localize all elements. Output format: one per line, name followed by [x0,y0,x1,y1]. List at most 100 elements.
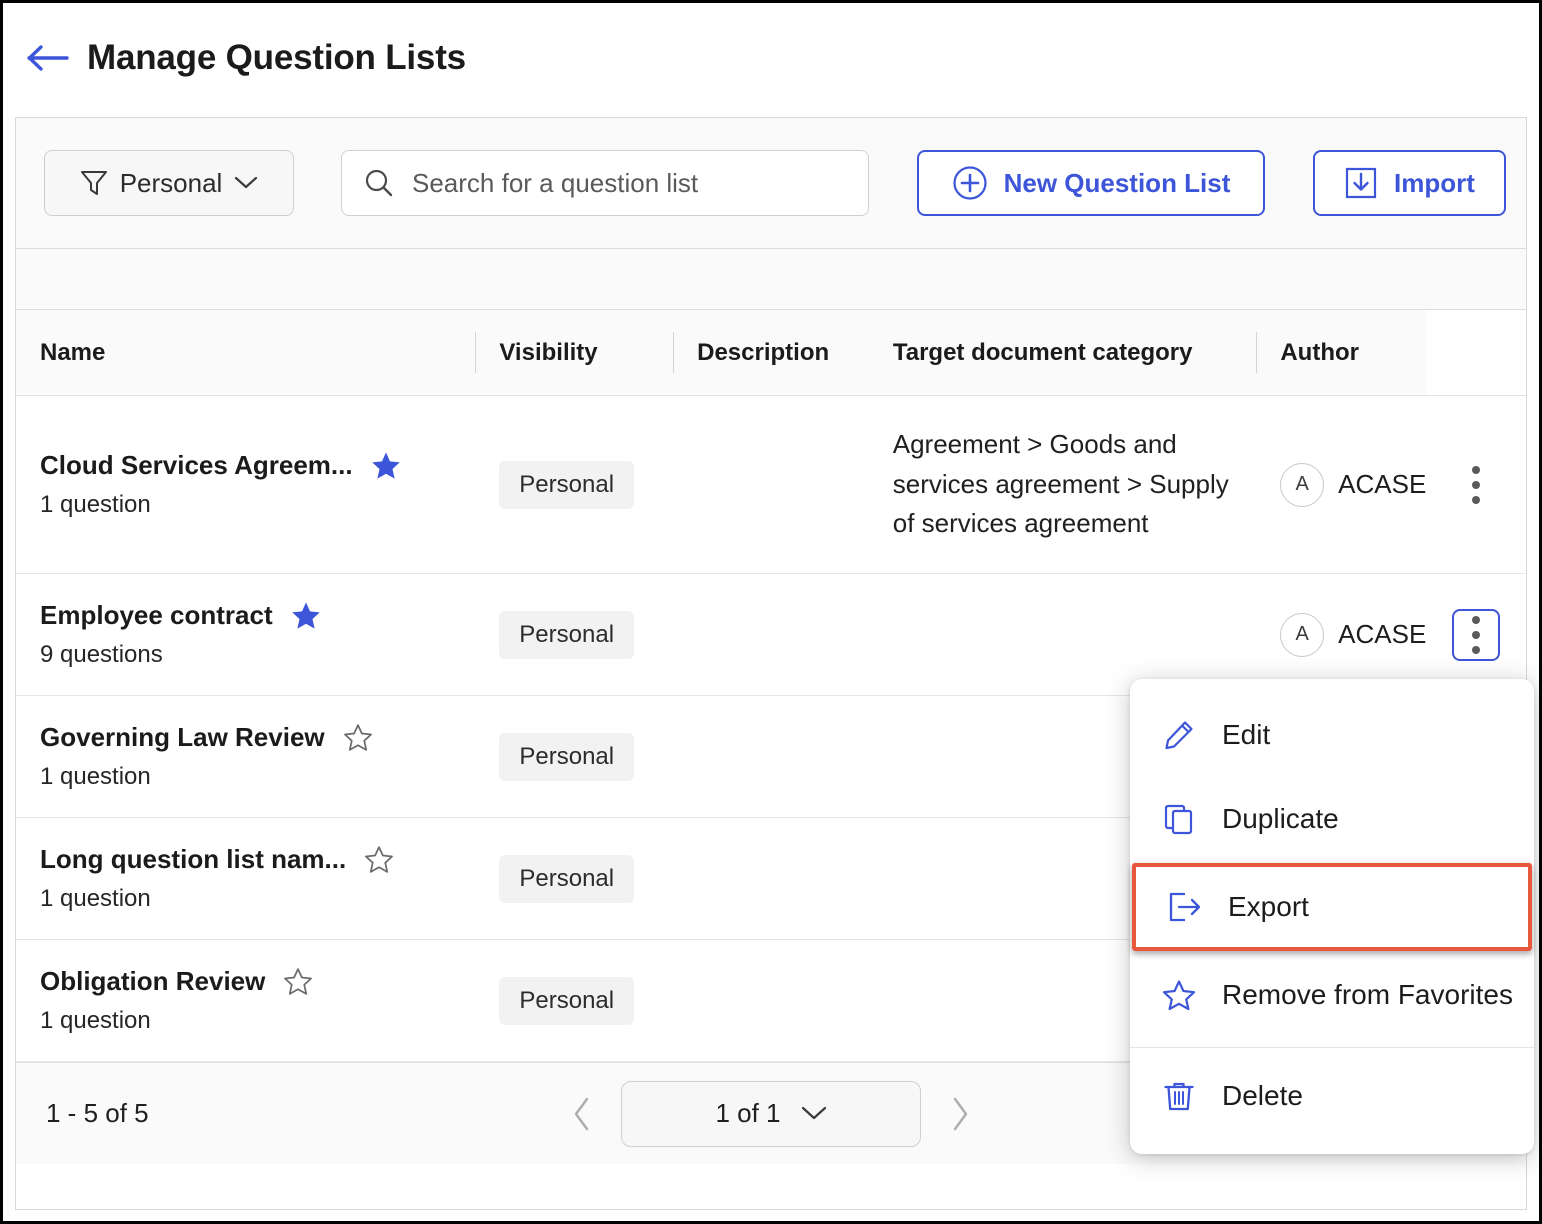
search-field[interactable] [341,150,869,216]
search-icon [364,168,394,198]
visibility-badge: Personal [499,461,634,509]
category-text: Agreement > Goods and services agreement… [893,425,1256,544]
star-filled-icon[interactable] [371,451,401,480]
column-header-visibility[interactable]: Visibility [475,310,673,395]
column-header-author[interactable]: Author [1256,310,1426,395]
row-context-menu: Edit Duplicate Export [1130,679,1534,1154]
export-arrow-icon [1168,890,1202,924]
list-name: Employee contract [40,600,273,631]
cell-actions [1426,574,1526,695]
toolbar: Personal New Question List [16,118,1526,249]
cell-description [673,818,869,939]
new-question-list-label: New Question List [1004,168,1231,199]
question-count: 9 questions [40,641,475,669]
avatar: A [1280,463,1324,507]
question-count: 1 question [40,491,475,519]
cell-category: Agreement > Goods and services agreement… [869,396,1256,573]
pager: 1 of 1 [565,1081,977,1147]
cell-visibility: Personal [475,818,673,939]
cell-description [673,396,869,573]
pencil-icon [1162,718,1196,752]
back-button[interactable] [25,35,71,81]
chevron-right-icon [950,1097,970,1131]
arrow-left-icon [26,43,70,73]
menu-item-label: Delete [1222,1080,1303,1112]
visibility-badge: Personal [499,855,634,903]
copy-icon [1162,802,1196,836]
cell-name: Obligation Review 1 question [16,940,475,1061]
author-name: ACASE [1338,469,1426,500]
toolbar-spacer-strip [16,249,1526,310]
table-header-row: Name Visibility Description Target docum… [16,310,1526,396]
page-title: Manage Question Lists [87,38,466,78]
cell-visibility: Personal [475,940,673,1061]
column-header-description[interactable]: Description [673,310,869,395]
result-range-text: 1 - 5 of 5 [46,1098,149,1129]
column-header-name[interactable]: Name [16,310,475,395]
search-input[interactable] [412,168,842,199]
visibility-badge: Personal [499,733,634,781]
question-count: 1 question [40,763,475,791]
cell-visibility: Personal [475,396,673,573]
list-name: Cloud Services Agreem... [40,450,353,481]
menu-item-remove-from-favorites[interactable]: Remove from Favorites [1130,953,1534,1037]
filter-label: Personal [120,168,223,199]
cell-description [673,940,869,1061]
menu-item-label: Export [1228,891,1309,923]
list-name: Governing Law Review [40,722,325,753]
cell-name: Governing Law Review 1 question [16,696,475,817]
star-outline-icon [1162,978,1196,1012]
column-header-actions [1426,310,1526,395]
menu-item-delete[interactable]: Delete [1130,1054,1534,1138]
star-outline-icon[interactable] [283,967,313,996]
cell-author: A ACASE [1256,396,1426,573]
filter-dropdown[interactable]: Personal [44,150,294,216]
menu-item-label: Duplicate [1222,803,1339,835]
cell-name: Long question list nam... 1 question [16,818,475,939]
filter-icon [80,168,108,198]
visibility-badge: Personal [499,611,634,659]
trash-icon [1162,1079,1196,1113]
question-count: 1 question [40,1007,475,1035]
import-button[interactable]: Import [1313,150,1506,216]
cell-description [673,696,869,817]
chevron-left-icon [572,1097,592,1131]
chevron-down-icon [234,176,258,190]
cell-visibility: Personal [475,696,673,817]
page-number-select[interactable]: 1 of 1 [621,1081,921,1147]
cell-name: Cloud Services Agreem... 1 question [16,396,475,573]
chevron-down-icon [801,1106,827,1121]
author-name: ACASE [1338,619,1426,650]
list-name: Obligation Review [40,966,265,997]
row-menu-button-active[interactable] [1452,609,1500,661]
star-filled-icon[interactable] [291,601,321,630]
download-box-icon [1344,166,1378,200]
cell-description [673,574,869,695]
star-outline-icon[interactable] [343,723,373,752]
menu-item-label: Remove from Favorites [1222,979,1513,1011]
question-count: 1 question [40,885,475,913]
new-question-list-button[interactable]: New Question List [917,150,1265,216]
next-page-button[interactable] [943,1090,977,1138]
cell-category [869,574,1256,695]
menu-item-export[interactable]: Export [1132,863,1532,951]
cell-author: A ACASE [1256,574,1426,695]
menu-divider [1130,1047,1534,1048]
cell-name: Employee contract 9 questions [16,574,475,695]
visibility-badge: Personal [499,977,634,1025]
column-header-target-document-category[interactable]: Target document category [869,310,1256,395]
menu-item-edit[interactable]: Edit [1130,693,1534,777]
table-row[interactable]: Employee contract 9 questions Personal A [16,574,1526,696]
table-row[interactable]: Cloud Services Agreem... 1 question Pers… [16,396,1526,574]
page-number-label: 1 of 1 [715,1098,780,1129]
menu-item-duplicate[interactable]: Duplicate [1130,777,1534,861]
menu-item-label: Edit [1222,719,1270,751]
import-label: Import [1394,168,1475,199]
plus-circle-icon [952,165,988,201]
avatar: A [1280,613,1324,657]
star-outline-icon[interactable] [364,845,394,874]
cell-actions [1426,396,1526,573]
previous-page-button[interactable] [565,1090,599,1138]
row-menu-button[interactable] [1452,459,1500,511]
list-name: Long question list nam... [40,844,346,875]
